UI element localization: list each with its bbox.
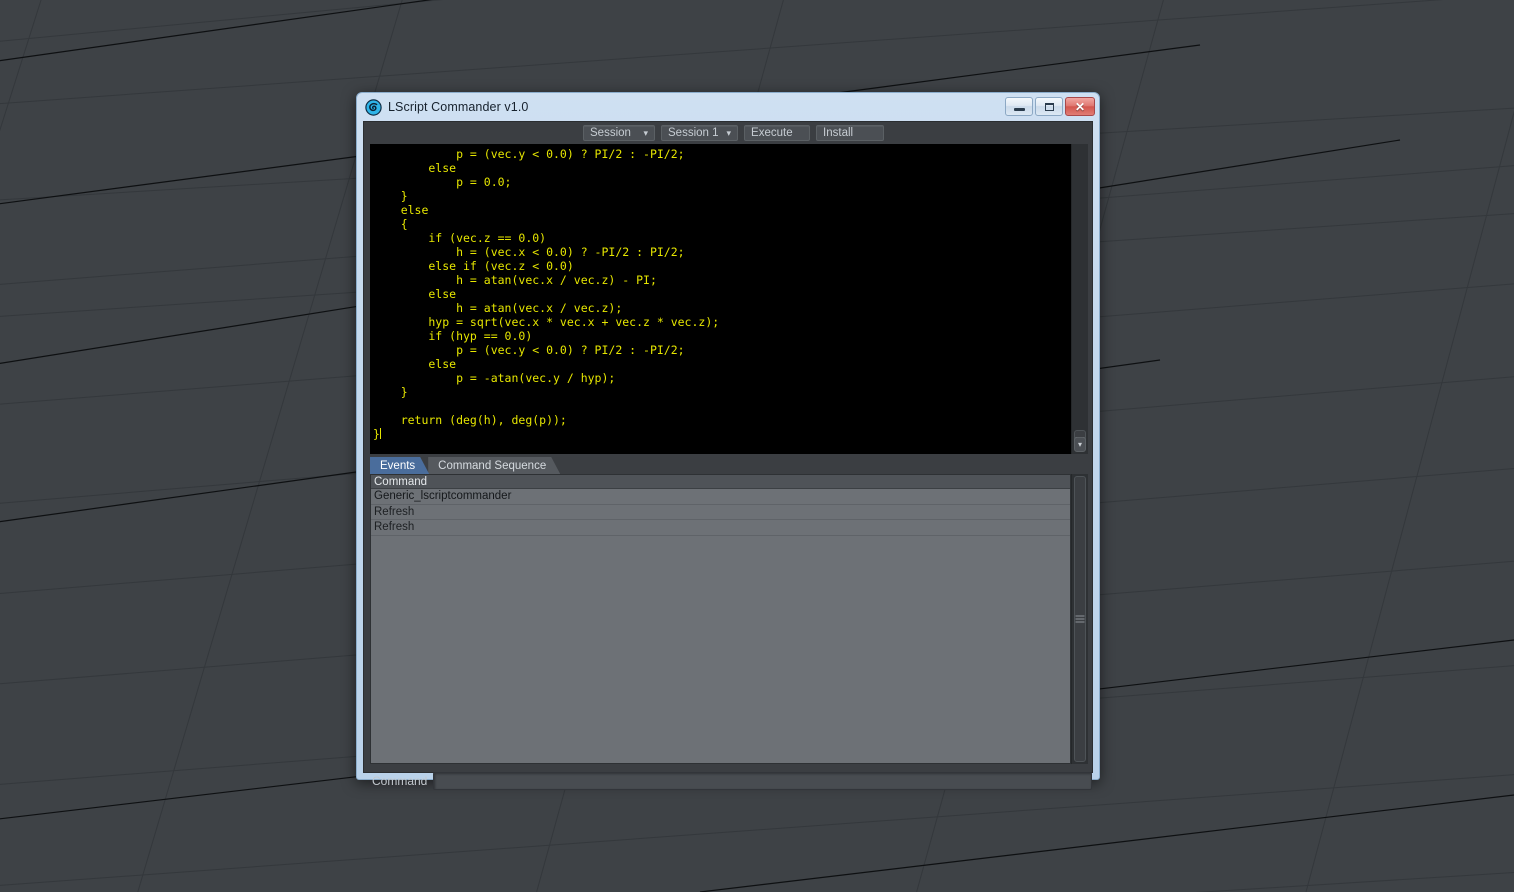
tab-events[interactable]: Events <box>370 457 429 474</box>
text-cursor <box>379 428 381 439</box>
list-scrollbar-thumb[interactable] <box>1074 476 1086 762</box>
session-type-dropdown[interactable]: Session ▾ <box>583 125 655 141</box>
session-number-label: Session 1 <box>668 127 719 139</box>
lscript-commander-window[interactable]: LScript Commander v1.0 ✕ Session ▾ Sessi… <box>356 92 1100 790</box>
script-editor[interactable]: p = (vec.y < 0.0) ? PI/2 : -PI/2; else p… <box>370 144 1088 454</box>
maximize-button[interactable] <box>1035 97 1063 116</box>
maximize-icon <box>1044 102 1054 111</box>
command-input[interactable] <box>433 772 1092 790</box>
list-item-label: Refresh <box>374 521 415 534</box>
session-type-label: Session <box>590 127 631 139</box>
session-number-dropdown[interactable]: Session 1 ▾ <box>661 125 739 141</box>
events-list[interactable]: Command Generic_lscriptcommander Refresh… <box>370 474 1071 764</box>
tab-command-sequence[interactable]: Command Sequence <box>428 457 560 474</box>
toolbar: Session ▾ Session 1 ▾ Execute Install <box>364 122 1092 144</box>
list-item-label: Generic_lscriptcommander <box>374 490 512 503</box>
close-icon: ✕ <box>1074 99 1086 114</box>
install-button[interactable]: Install <box>816 125 885 141</box>
chevron-down-icon: ▾ <box>726 127 732 138</box>
list-item[interactable]: Generic_lscriptcommander <box>371 489 1070 505</box>
list-item[interactable]: Refresh <box>371 505 1070 521</box>
minimize-icon <box>1013 107 1025 111</box>
command-bar[interactable]: Command <box>370 770 1092 792</box>
window-titlebar[interactable]: LScript Commander v1.0 ✕ <box>357 93 1099 121</box>
events-list-panel[interactable]: Command Generic_lscriptcommander Refresh… <box>370 474 1088 764</box>
editor-vertical-scrollbar[interactable]: ▾ <box>1071 144 1088 454</box>
scrollbar-grip-icon <box>1075 614 1085 625</box>
code-content: p = (vec.y < 0.0) ? PI/2 : -PI/2; else p… <box>373 147 720 441</box>
command-label: Command <box>372 774 428 788</box>
editor-scroll-down-button[interactable]: ▾ <box>1074 437 1086 452</box>
execute-button[interactable]: Execute <box>744 125 811 141</box>
chevron-down-icon: ▾ <box>643 127 648 138</box>
window-title: LScript Commander v1.0 <box>388 100 529 114</box>
column-header-command: Command <box>374 475 428 488</box>
window-controls[interactable]: ✕ <box>1005 97 1095 116</box>
chevron-down-icon: ▾ <box>1077 439 1082 449</box>
list-vertical-scrollbar[interactable] <box>1071 474 1088 764</box>
window-client-area: Session ▾ Session 1 ▾ Execute Install p … <box>363 121 1093 790</box>
list-item-label: Refresh <box>374 505 415 518</box>
list-header: Command <box>371 475 1070 489</box>
list-item[interactable]: Refresh <box>371 520 1070 536</box>
lightwave-swirl-icon <box>365 98 382 116</box>
script-editor-text[interactable]: p = (vec.y < 0.0) ? PI/2 : -PI/2; else p… <box>370 144 1071 454</box>
tab-strip[interactable]: Events Command Sequence <box>370 456 1088 474</box>
minimize-button[interactable] <box>1005 97 1033 116</box>
close-button[interactable]: ✕ <box>1065 97 1095 116</box>
